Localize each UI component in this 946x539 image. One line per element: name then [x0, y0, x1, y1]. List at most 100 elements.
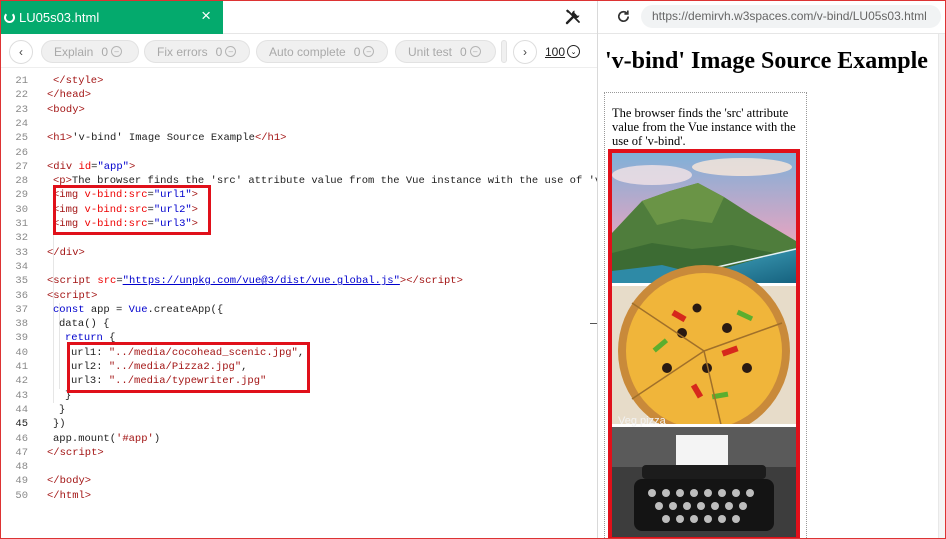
more-buttons-edge: [501, 40, 507, 63]
code-text: </head>: [47, 89, 92, 102]
code-line: 24: [0, 117, 597, 131]
code-line: 45}): [0, 417, 597, 431]
reload-icon[interactable]: [614, 7, 632, 25]
code-line: 44}: [0, 403, 597, 417]
preview-paragraph: The browser finds the 'src' attribute va…: [612, 106, 796, 148]
scroll-left-button[interactable]: ‹: [9, 40, 33, 64]
highlight-box: [53, 185, 211, 235]
line-number: 47: [15, 446, 28, 459]
code-text: </body>: [47, 475, 92, 488]
code-text: <body>: [47, 103, 85, 116]
line-number: 33: [15, 246, 28, 259]
pizza-image: [612, 265, 796, 437]
auto-complete-label: Auto complete: [269, 44, 346, 59]
line-number: 34: [15, 260, 28, 273]
scroll-right-button[interactable]: ›: [513, 40, 537, 64]
line-number: 46: [15, 432, 28, 445]
code-text: data() {: [59, 318, 110, 331]
code-text: <script>: [47, 289, 98, 302]
highlight-box: [67, 342, 310, 393]
code-text: </div>: [47, 246, 85, 259]
preview-address-bar: https://demirvh.w3spaces.com/v-bind/LU05…: [598, 0, 946, 34]
line-number: 48: [15, 461, 28, 474]
code-line: 33 </div>: [0, 246, 597, 260]
minus-circle-icon: –: [225, 46, 237, 57]
code-line: 38 data() {: [0, 317, 597, 331]
zoom-level[interactable]: 100: [545, 45, 565, 59]
unit-test-count: 0: [460, 44, 467, 59]
close-tab-icon[interactable]: ×: [201, 7, 211, 25]
line-number: 45: [15, 418, 28, 431]
code-line: 21 </style>: [0, 74, 597, 88]
line-number: 26: [15, 146, 28, 159]
minus-circle-icon: –: [363, 46, 375, 57]
tools-icon[interactable]: [562, 6, 584, 28]
code-text: <script src="https://unpkg.com/vue@3/dis…: [47, 275, 463, 288]
preview-heading: 'v-bind' Image Source Example: [605, 48, 928, 74]
file-tab[interactable]: LU05s03.html ×: [0, 0, 223, 34]
code-line: 25 <h1>'v-bind' Image Source Example</h1>: [0, 131, 597, 145]
line-number: 49: [15, 475, 28, 488]
scroll-marker: [590, 323, 597, 324]
images-highlight-box: Veg pizza: [608, 149, 800, 539]
fix-errors-count: 0: [215, 44, 223, 59]
code-line: 26: [0, 146, 597, 160]
line-number: 31: [15, 218, 28, 230]
code-line: 22 </head>: [0, 88, 597, 102]
ai-toolbar: ‹ Explain 0 – Fix errors 0 – Auto comple…: [0, 34, 598, 68]
code-line: 23 <body>: [0, 103, 597, 117]
pizza-image-label: Veg pizza: [618, 415, 666, 427]
url-field[interactable]: https://demirvh.w3spaces.com/v-bind/LU05…: [641, 5, 941, 28]
loading-icon: [4, 11, 15, 23]
code-line: 36 <script>: [0, 289, 597, 303]
line-number: 37: [15, 303, 28, 316]
minus-circle-icon: –: [111, 46, 123, 57]
line-number: 29: [15, 189, 28, 202]
unit-test-label: Unit test: [408, 44, 453, 59]
code-text: }: [59, 403, 66, 416]
code-text: </html>: [47, 489, 92, 502]
code-text: <h1>'v-bind' Image Source Example</h1>: [47, 132, 287, 145]
line-number: 35: [15, 275, 28, 288]
code-text: }): [53, 418, 66, 431]
code-line: 35 <script src="https://unpkg.com/vue@3/d…: [0, 274, 597, 288]
fix-errors-button[interactable]: Fix errors 0 –: [144, 40, 250, 63]
file-tab-title: LU05s03.html: [19, 9, 100, 25]
editor-tab-bar: LU05s03.html ×: [0, 0, 598, 34]
line-number: 25: [15, 132, 28, 145]
code-text: const app = Vue.createApp({: [53, 303, 224, 316]
minus-circle-icon: –: [469, 46, 481, 57]
line-number: 38: [15, 318, 28, 331]
preview-scrollbar[interactable]: [938, 34, 946, 539]
code-line: 48: [0, 460, 597, 474]
code-text: <div id="app">: [47, 160, 136, 173]
zoom-dropdown-icon[interactable]: ⌄: [567, 45, 580, 58]
preview-images: [612, 153, 796, 537]
explain-button[interactable]: Explain 0 –: [41, 40, 139, 63]
code-line: 37 const app = Vue.createApp({: [0, 303, 597, 317]
auto-complete-button[interactable]: Auto complete 0 –: [256, 40, 388, 63]
line-number: 27: [15, 160, 28, 173]
typewriter-image: [612, 427, 796, 537]
result-preview: 'v-bind' Image Source Example The browse…: [598, 34, 946, 539]
line-number: 41: [15, 361, 28, 373]
line-number: 43: [15, 389, 28, 402]
code-line: 50 </html>: [0, 489, 597, 503]
line-number: 36: [15, 289, 28, 302]
line-number: 42: [15, 375, 28, 388]
line-number: 22: [15, 89, 28, 102]
line-number: 28: [15, 175, 28, 188]
line-number: 23: [15, 103, 28, 116]
line-number: 50: [15, 489, 28, 502]
fix-errors-label: Fix errors: [157, 44, 208, 59]
code-text: </style>: [53, 75, 104, 87]
line-number: 40: [15, 346, 28, 359]
line-number: 32: [15, 232, 28, 245]
code-editor[interactable]: 21 </style> 22 </head> 23 <body> 24 25 <h1>'v-bi…: [0, 68, 597, 539]
code-line: 49 </body>: [0, 474, 597, 488]
line-number: 39: [15, 332, 28, 345]
code-text: </script>: [47, 446, 104, 459]
unit-test-button[interactable]: Unit test 0 –: [395, 40, 496, 63]
code-line: 34: [0, 260, 597, 274]
auto-complete-count: 0: [353, 44, 361, 59]
